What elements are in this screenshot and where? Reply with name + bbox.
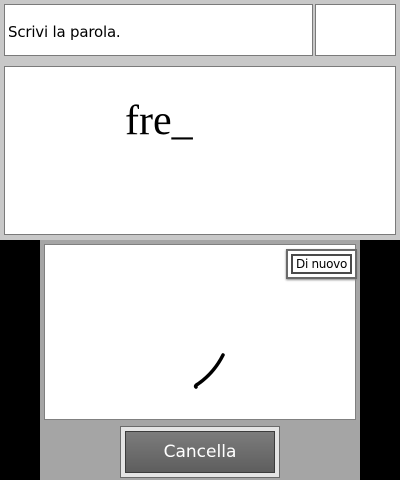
touch-screen-area: Di nuovo Cancella bbox=[40, 240, 360, 480]
retry-button-label: Di nuovo bbox=[296, 257, 347, 271]
counter-panel bbox=[315, 4, 396, 56]
handwriting-canvas[interactable]: Di nuovo bbox=[44, 244, 357, 420]
cancel-button[interactable]: Cancella bbox=[120, 426, 280, 478]
instruction-text: Scrivi la parola. bbox=[8, 23, 121, 41]
word-prompt-panel: fre_ bbox=[4, 66, 396, 235]
cancel-button-face: Cancella bbox=[125, 431, 275, 473]
retry-button-frame: Di nuovo bbox=[291, 254, 352, 274]
cancel-button-label: Cancella bbox=[163, 442, 237, 462]
top-screen: Scrivi la parola. fre_ bbox=[0, 0, 400, 240]
bottom-screen: Di nuovo Cancella bbox=[0, 240, 400, 480]
retry-button[interactable]: Di nuovo bbox=[286, 249, 357, 279]
word-prompt: fre_ bbox=[125, 98, 193, 144]
instruction-panel: Scrivi la parola. bbox=[4, 4, 313, 56]
